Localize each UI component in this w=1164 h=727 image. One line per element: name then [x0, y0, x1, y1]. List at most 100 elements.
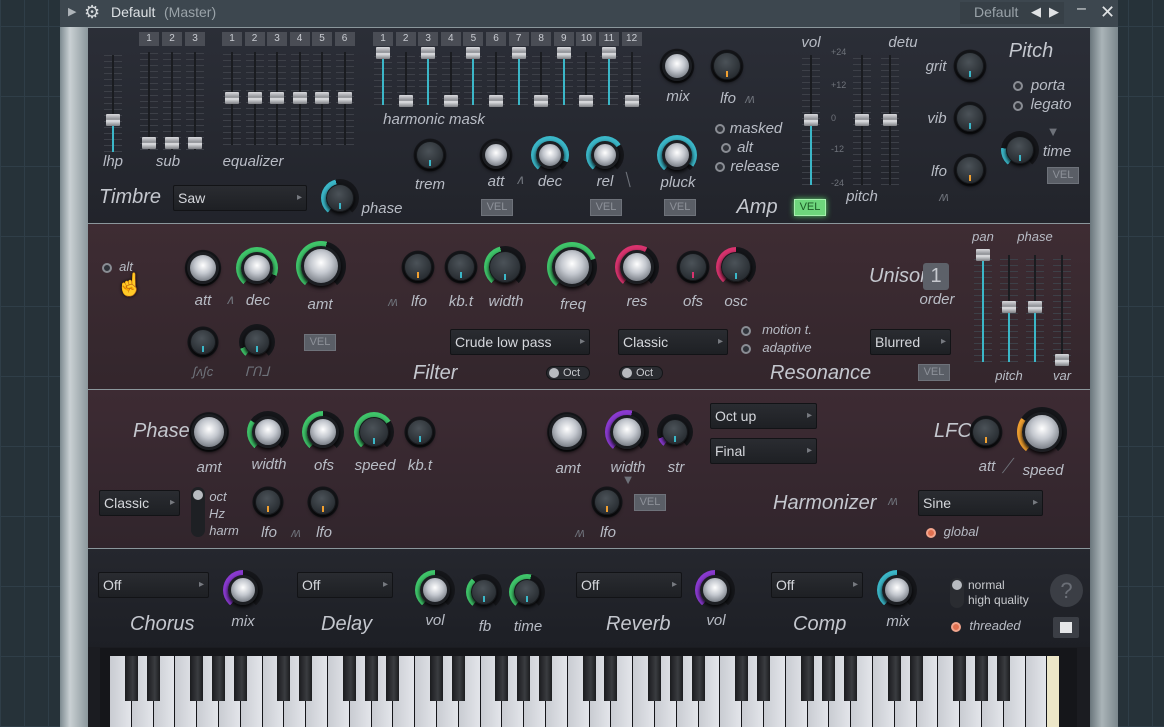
sub-fader-1[interactable]: [142, 137, 156, 149]
unison-pitch-fader[interactable]: [1002, 301, 1016, 313]
black-key[interactable]: [757, 656, 770, 701]
timbre-waveform-dropdown[interactable]: Saw: [173, 185, 307, 211]
porta-radio[interactable]: [1013, 81, 1023, 91]
phaser-lfo-knob-2[interactable]: [305, 484, 341, 520]
black-key[interactable]: [495, 656, 509, 701]
pluck-knob[interactable]: [657, 135, 697, 175]
harmonic-fader-11[interactable]: [602, 47, 616, 59]
harm-vel-button[interactable]: VEL: [634, 494, 666, 511]
eq-fader-4[interactable]: [292, 92, 307, 104]
width-knob[interactable]: [484, 246, 526, 288]
black-key[interactable]: [996, 656, 1010, 701]
black-key[interactable]: [735, 656, 749, 701]
harm-amt-knob[interactable]: [544, 409, 590, 455]
vib-knob[interactable]: [951, 99, 989, 137]
trem-knob[interactable]: [411, 136, 449, 174]
lfo-speed-knob[interactable]: [1017, 407, 1067, 457]
filter-vel-button[interactable]: VEL: [304, 334, 336, 351]
black-key[interactable]: [800, 656, 814, 701]
black-key[interactable]: [822, 656, 836, 701]
resonance-oct-toggle[interactable]: Oct: [619, 366, 663, 380]
phaser-mode-dropdown[interactable]: Classic: [99, 490, 180, 516]
black-key[interactable]: [539, 656, 552, 701]
detune-fader[interactable]: [883, 114, 897, 126]
unison-phase-fader[interactable]: [1028, 301, 1042, 313]
harm-mode-dropdown-2[interactable]: Final: [710, 438, 817, 464]
title-bar[interactable]: ▶ ⚙ Default (Master) Default ◀ ▶ – ✕: [60, 0, 1118, 27]
black-key[interactable]: [146, 656, 160, 701]
time-knob[interactable]: [1001, 131, 1039, 169]
unison-vel-button[interactable]: VEL: [918, 364, 950, 381]
kbt-knob[interactable]: [442, 248, 480, 286]
phaser-ofs-knob[interactable]: [302, 411, 344, 453]
global-radio[interactable]: [926, 528, 936, 538]
filter-shape-knob-1[interactable]: [185, 324, 221, 360]
att-vel-button[interactable]: VEL: [481, 199, 513, 216]
unison-var-fader[interactable]: [1055, 354, 1069, 366]
filter-type-dropdown[interactable]: Crude low pass: [450, 329, 590, 355]
phaser-width-knob[interactable]: [247, 411, 289, 453]
pitch-fader[interactable]: [855, 114, 869, 126]
resonance-type-dropdown[interactable]: Classic: [618, 329, 728, 355]
delay-fb-knob[interactable]: [466, 574, 502, 610]
amp-dec-knob[interactable]: [531, 136, 569, 174]
filter-amt-knob[interactable]: [296, 241, 346, 291]
release-radio[interactable]: [715, 162, 725, 172]
black-key[interactable]: [604, 656, 618, 701]
sub-fader-2[interactable]: [165, 137, 179, 149]
harm-lfo-knob[interactable]: [589, 484, 625, 520]
phaser-kbt-knob[interactable]: [402, 414, 438, 450]
lfo-shape-dropdown[interactable]: Sine: [918, 490, 1043, 516]
eq-fader-3[interactable]: [270, 92, 284, 104]
black-key[interactable]: [648, 656, 661, 701]
next-preset-icon[interactable]: ▶: [1049, 4, 1059, 20]
close-icon[interactable]: ✕: [1100, 2, 1115, 23]
delay-time-knob[interactable]: [509, 574, 545, 610]
comp-dropdown[interactable]: Off: [771, 572, 863, 598]
lfo-att-knob[interactable]: [967, 413, 1005, 451]
freq-knob[interactable]: [547, 242, 597, 292]
filter-lfo-knob[interactable]: [399, 248, 437, 286]
filter-oct-toggle[interactable]: Oct: [546, 366, 590, 380]
harmonic-fader-1[interactable]: [376, 47, 390, 59]
black-key[interactable]: [233, 656, 247, 701]
harmonic-fader-4[interactable]: [443, 95, 458, 107]
gear-icon[interactable]: ⚙: [84, 2, 100, 23]
black-key[interactable]: [517, 656, 531, 701]
black-key[interactable]: [953, 656, 967, 701]
phaser-amt-knob[interactable]: [186, 409, 232, 455]
harmonic-fader-8[interactable]: [534, 95, 549, 107]
eq-fader-5[interactable]: [315, 92, 329, 104]
eq-fader-2[interactable]: [247, 92, 262, 104]
harmonic-fader-10[interactable]: [579, 95, 594, 107]
black-key[interactable]: [364, 656, 378, 701]
reverb-vol-knob[interactable]: [695, 570, 735, 610]
black-key[interactable]: [212, 656, 225, 701]
harm-width-knob[interactable]: [605, 410, 649, 454]
vol-fader[interactable]: [804, 114, 818, 126]
filter-dec-knob[interactable]: [236, 247, 278, 289]
keyboard-icon[interactable]: [1053, 617, 1079, 638]
minimize-icon[interactable]: –: [1077, 0, 1086, 18]
black-key[interactable]: [386, 656, 400, 701]
black-key[interactable]: [691, 656, 705, 701]
rel-vel-button[interactable]: VEL: [590, 199, 622, 216]
grit-knob[interactable]: [951, 47, 989, 85]
mix-knob[interactable]: [657, 46, 697, 86]
prev-preset-icon[interactable]: ◀: [1031, 4, 1041, 20]
ofs-knob[interactable]: [674, 248, 712, 286]
osc-knob[interactable]: [716, 247, 756, 287]
filter-att-knob[interactable]: [182, 247, 224, 289]
black-key[interactable]: [669, 656, 683, 701]
black-key[interactable]: [342, 656, 356, 701]
black-key[interactable]: [451, 656, 465, 701]
black-key[interactable]: [299, 656, 313, 701]
black-key[interactable]: [124, 656, 138, 701]
chorus-mix-knob[interactable]: [223, 570, 263, 610]
black-key[interactable]: [975, 656, 988, 701]
reverb-dropdown[interactable]: Off: [576, 572, 682, 598]
unison-mode-dropdown[interactable]: Blurred: [870, 329, 951, 355]
lhp-fader[interactable]: [106, 114, 120, 126]
black-key[interactable]: [190, 656, 204, 701]
harm-str-knob[interactable]: [657, 414, 693, 450]
